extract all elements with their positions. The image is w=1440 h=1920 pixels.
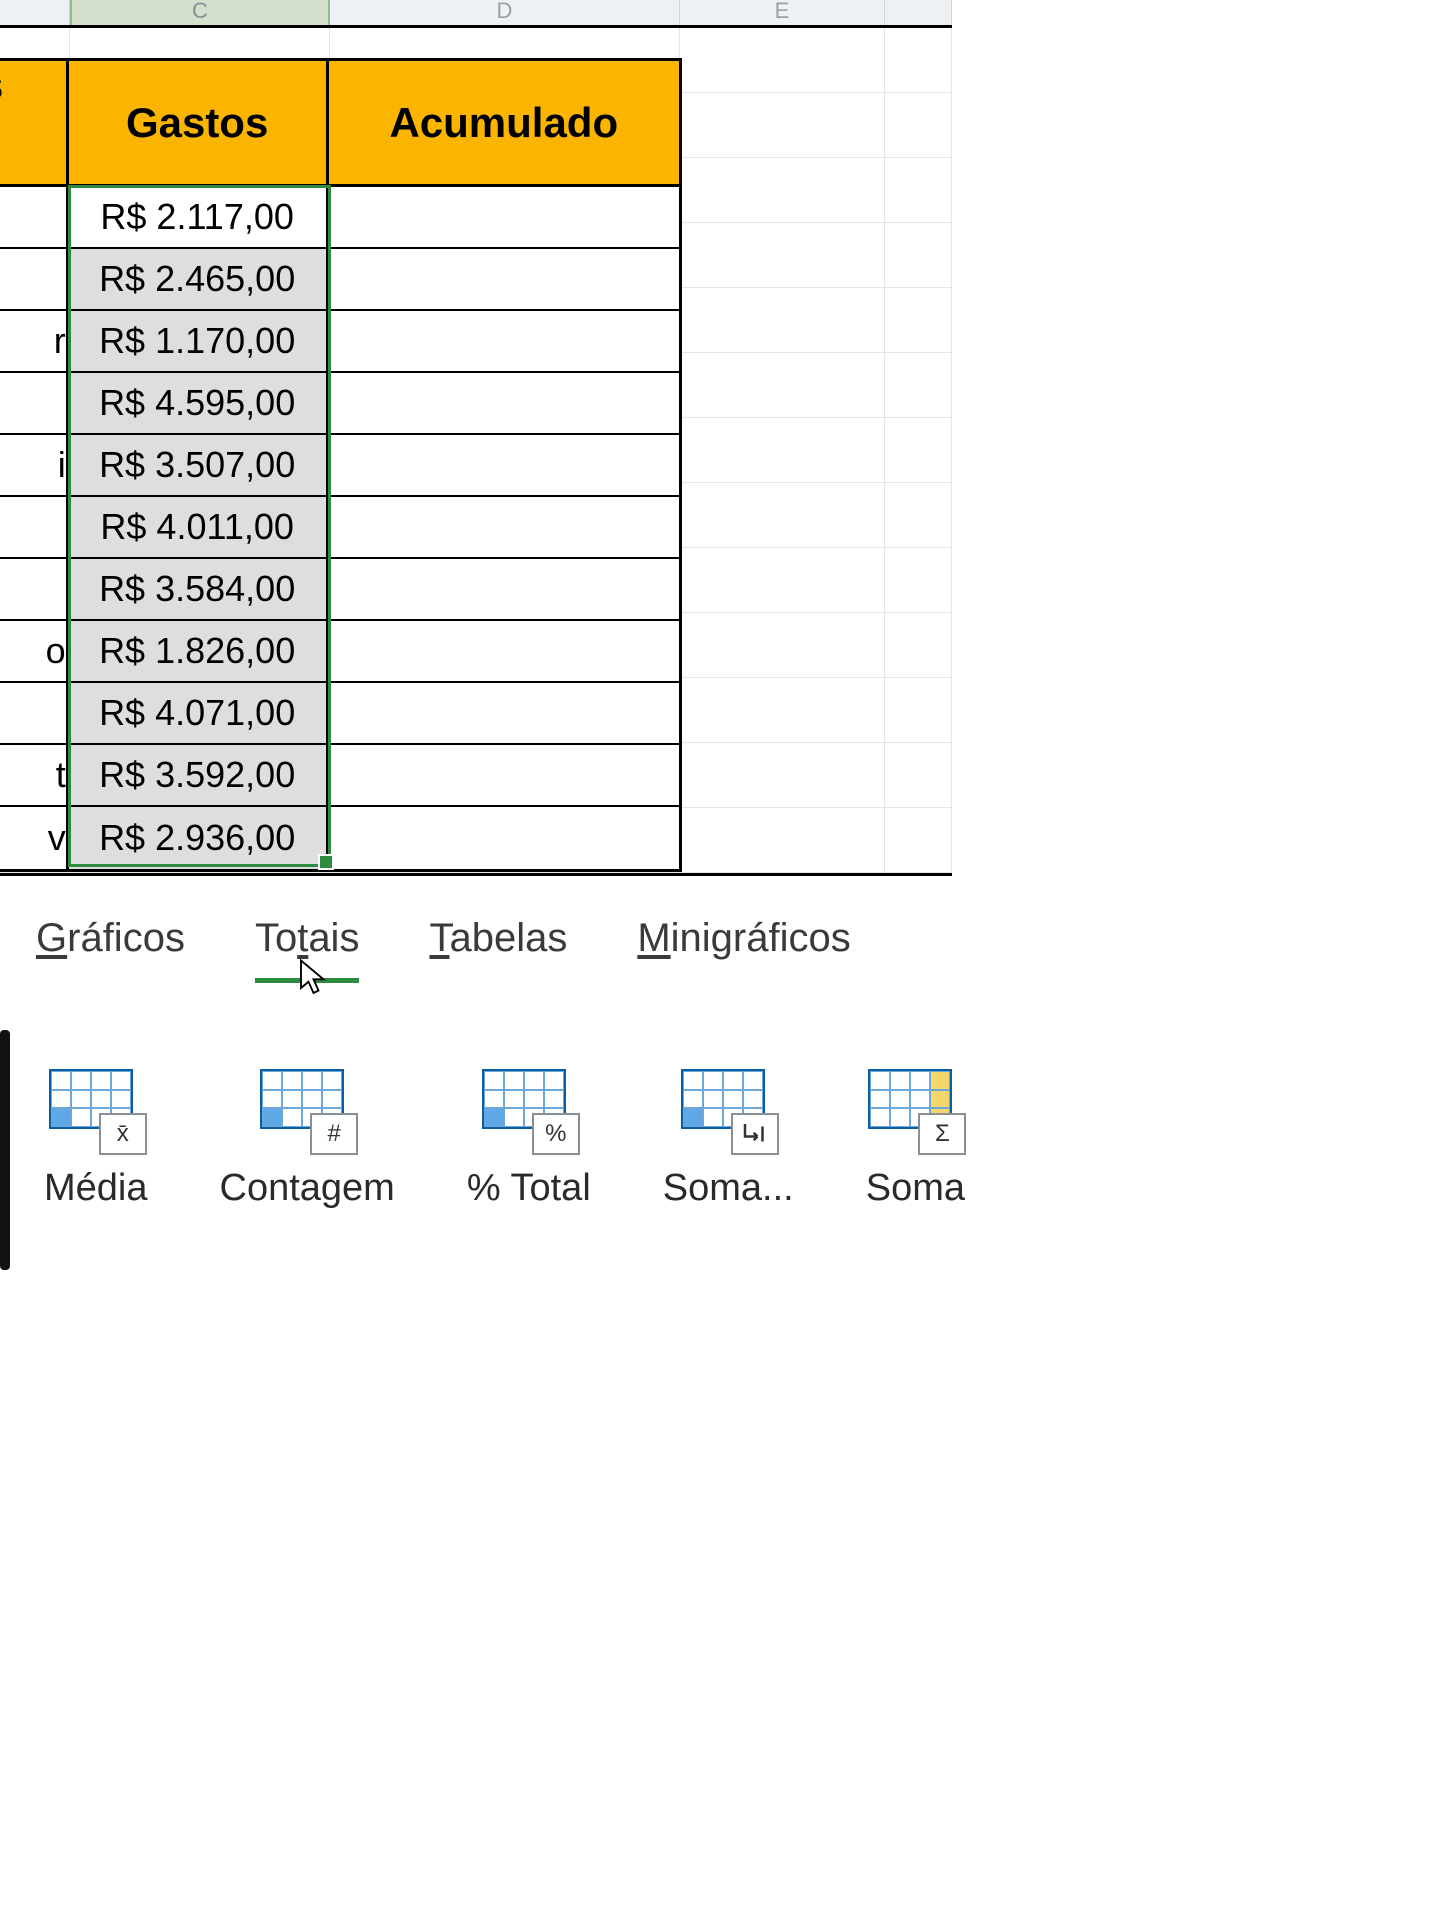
qa-options: x̄ Média # Contagem % % Total Soma... [36,1069,916,1210]
tab-totais[interactable]: Totais [255,916,360,979]
table-row[interactable]: R$ 3.584,00 [0,559,679,621]
cell-gastos[interactable]: R$ 2.936,00 [69,807,329,869]
soma-running-icon [681,1069,775,1151]
tab-minigraficos[interactable]: Minigráficos [637,916,850,979]
cell-gastos[interactable]: R$ 4.011,00 [69,497,329,557]
column-header-d[interactable]: D [330,0,680,25]
table-body: R$ 2.117,00 R$ 2.465,00 rR$ 1.170,00 R$ … [0,187,679,869]
cell-acumulado[interactable] [329,187,679,247]
table-row[interactable]: R$ 4.071,00 [0,683,679,745]
column-header-c[interactable]: C [70,0,330,25]
table-row[interactable]: vR$ 2.936,00 [0,807,679,869]
option-pct-total[interactable]: % % Total [467,1069,591,1210]
table-header-row: s Gastos Acumulado [0,61,679,187]
header-gastos[interactable]: Gastos [69,61,329,184]
cell-acumulado[interactable] [329,249,679,309]
cell-acumulado[interactable] [329,683,679,743]
table-row[interactable]: oR$ 1.826,00 [0,621,679,683]
cell-gastos[interactable]: R$ 2.465,00 [69,249,329,309]
option-soma-running[interactable]: Soma... [663,1069,794,1210]
column-header-rest [885,0,952,25]
tab-graficos[interactable]: Gráficos [36,916,185,979]
cell-gastos[interactable]: R$ 3.507,00 [69,435,329,495]
table-row[interactable]: R$ 2.465,00 [0,249,679,311]
cell-acumulado[interactable] [329,745,679,805]
column-header-bar: C D E [0,0,952,28]
table-row[interactable]: tR$ 3.592,00 [0,745,679,807]
cell-gastos[interactable]: R$ 2.117,00 [69,187,329,247]
cell-acumulado[interactable] [329,807,679,869]
cell-gastos[interactable]: R$ 4.071,00 [69,683,329,743]
table-row[interactable]: rR$ 1.170,00 [0,311,679,373]
table-row[interactable]: R$ 4.011,00 [0,497,679,559]
cell-acumulado[interactable] [329,311,679,371]
pct-total-icon: % [482,1069,576,1151]
soma-icon: Σ [868,1069,962,1151]
header-col-prev[interactable]: s [0,61,69,184]
cell-gastos[interactable]: R$ 3.592,00 [69,745,329,805]
quick-analysis-panel: Gráficos Totais Tabelas Minigráficos x̄ … [0,876,952,1240]
col-header-spacer [0,0,70,25]
column-header-e[interactable]: E [680,0,885,25]
cell-acumulado[interactable] [329,497,679,557]
media-icon: x̄ [49,1069,143,1151]
cell-gastos[interactable]: R$ 4.595,00 [69,373,329,433]
table-row[interactable]: R$ 4.595,00 [0,373,679,435]
cell-acumulado[interactable] [329,621,679,681]
data-table: s Gastos Acumulado R$ 2.117,00 R$ 2.465,… [0,58,682,872]
qa-tabs: Gráficos Totais Tabelas Minigráficos [36,916,916,979]
cell-gastos[interactable]: R$ 1.826,00 [69,621,329,681]
table-row[interactable]: R$ 2.117,00 [0,187,679,249]
option-contagem[interactable]: # Contagem [220,1069,395,1210]
worksheet-area[interactable]: s Gastos Acumulado R$ 2.117,00 R$ 2.465,… [0,28,952,876]
cell-acumulado[interactable] [329,435,679,495]
cell-gastos[interactable]: R$ 1.170,00 [69,311,329,371]
header-acumulado[interactable]: Acumulado [329,61,679,184]
tab-tabelas[interactable]: Tabelas [429,916,567,979]
table-row[interactable]: iR$ 3.507,00 [0,435,679,497]
option-media[interactable]: x̄ Média [44,1069,148,1210]
camera-strip [0,1030,10,1270]
cell-acumulado[interactable] [329,373,679,433]
contagem-icon: # [260,1069,354,1151]
option-soma[interactable]: Σ Soma [866,1069,965,1210]
cell-gastos[interactable]: R$ 3.584,00 [69,559,329,619]
cell-acumulado[interactable] [329,559,679,619]
